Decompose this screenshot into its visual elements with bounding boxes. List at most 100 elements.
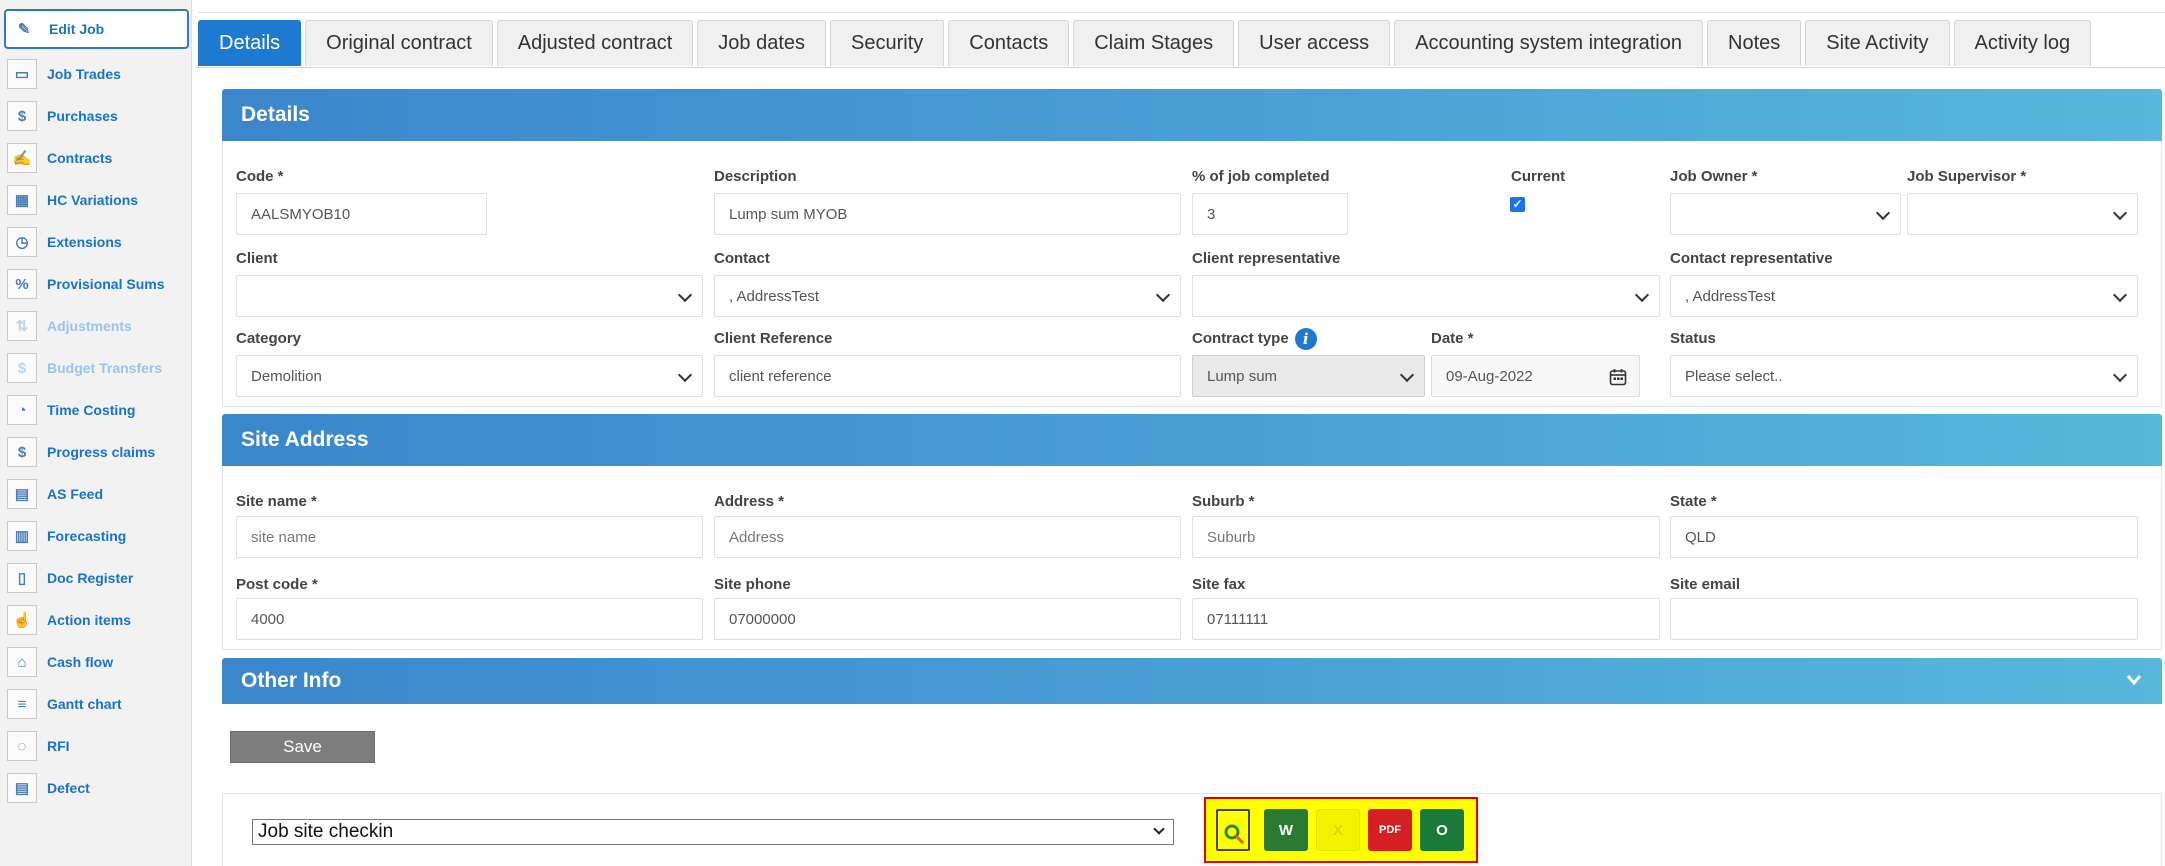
- tab-adjusted-contract[interactable]: Adjusted contract: [496, 20, 694, 66]
- tab-security[interactable]: Security: [830, 20, 945, 66]
- tab-accounting-system-integration[interactable]: Accounting system integration: [1394, 20, 1703, 66]
- chevron-down-icon: [677, 287, 693, 303]
- contract-type-select[interactable]: Lump sum: [1192, 355, 1425, 397]
- client-reference-field[interactable]: client reference: [714, 355, 1181, 397]
- action-icon: ☝: [7, 605, 37, 635]
- variations-icon: ▦: [7, 185, 37, 215]
- description-field[interactable]: Lump sum MYOB: [714, 193, 1181, 235]
- save-button[interactable]: Save: [230, 731, 375, 763]
- tab-original-contract[interactable]: Original contract: [305, 20, 493, 66]
- document-icon: ▯: [7, 563, 37, 593]
- transfer-icon: $: [7, 353, 37, 383]
- contact-rep-label: Contact representative: [1670, 250, 1833, 267]
- excel-export-icon[interactable]: X: [1316, 809, 1360, 851]
- tab-notes[interactable]: Notes: [1707, 20, 1802, 66]
- contact-rep-select[interactable]: , AddressTest: [1670, 275, 2138, 317]
- sidebar-item-forecasting[interactable]: ▥ Forecasting: [4, 516, 188, 556]
- pdf-export-icon[interactable]: PDF: [1368, 809, 1412, 851]
- code-label: Code *: [236, 168, 284, 185]
- site-fax-label: Site fax: [1192, 576, 1246, 593]
- site-email-label: Site email: [1670, 576, 1741, 593]
- address-field[interactable]: Address: [714, 516, 1181, 558]
- site-email-field[interactable]: [1670, 598, 2138, 640]
- site-name-placeholder: site name: [251, 528, 317, 546]
- sidebar-item-label: Job Trades: [47, 66, 121, 82]
- date-label: Date *: [1431, 330, 1474, 347]
- sidebar-item-label: Extensions: [47, 234, 122, 250]
- client-reference-value: client reference: [729, 367, 832, 385]
- address-placeholder: Address: [729, 528, 785, 546]
- sidebar: ✎ Edit Job ▭ Job Trades $ Purchases ✍ Contracts…: [0, 0, 192, 866]
- sidebar-item-label: Gantt chart: [47, 696, 122, 712]
- job-owner-select[interactable]: [1670, 193, 1901, 235]
- other-info-panel-header[interactable]: Other Info: [222, 658, 2162, 704]
- tab-contacts[interactable]: Contacts: [948, 20, 1070, 66]
- percent-complete-field[interactable]: 3: [1192, 193, 1348, 235]
- word-export-icon[interactable]: W: [1264, 809, 1308, 851]
- client-select[interactable]: [236, 275, 703, 317]
- job-supervisor-select[interactable]: [1907, 193, 2138, 235]
- contract-type-label-text: Contract type: [1192, 329, 1289, 347]
- percent-complete-value: 3: [1207, 205, 1216, 223]
- sidebar-item-provisional-sums[interactable]: % Provisional Sums: [4, 264, 188, 304]
- tab-user-access[interactable]: User access: [1238, 20, 1391, 66]
- sidebar-item-label: Defect: [47, 780, 90, 796]
- sidebar-item-budget-transfers[interactable]: $ Budget Transfers: [4, 348, 188, 388]
- job-supervisor-label: Job Supervisor *: [1907, 168, 2027, 185]
- forecast-chart-icon: ▥: [7, 521, 37, 551]
- site-address-panel-header: Site Address: [222, 414, 2162, 466]
- contact-select[interactable]: , AddressTest: [714, 275, 1181, 317]
- site-name-field[interactable]: site name: [236, 516, 703, 558]
- outlook-export-icon[interactable]: O: [1420, 809, 1464, 851]
- status-select[interactable]: Please select..: [1670, 355, 2138, 397]
- rfi-icon: ◌: [7, 731, 37, 761]
- clock-icon: ◷: [7, 227, 37, 257]
- tab-activity-log[interactable]: Activity log: [1953, 20, 2092, 66]
- tab-details[interactable]: Details: [198, 20, 302, 66]
- sidebar-item-hc-variations[interactable]: ▦ HC Variations: [4, 180, 188, 220]
- site-phone-field[interactable]: 07000000: [714, 598, 1181, 640]
- calendar-icon[interactable]: [1609, 368, 1627, 386]
- sidebar-item-extensions[interactable]: ◷ Extensions: [4, 222, 188, 262]
- tab-claim-stages[interactable]: Claim Stages: [1073, 20, 1235, 66]
- sidebar-item-as-feed[interactable]: ▤ AS Feed: [4, 474, 188, 514]
- job-site-checkin-select[interactable]: Job site checkin: [252, 819, 1174, 845]
- search-document-icon[interactable]: [1216, 809, 1250, 851]
- sidebar-item-time-costing[interactable]: ◔ Time Costing: [4, 390, 188, 430]
- client-rep-select[interactable]: [1192, 275, 1660, 317]
- sidebar-item-label: RFI: [47, 738, 70, 754]
- sidebar-item-label: AS Feed: [47, 486, 104, 502]
- client-reference-label: Client Reference: [714, 330, 833, 347]
- sidebar-item-contracts[interactable]: ✍ Contracts: [4, 138, 188, 178]
- postcode-field[interactable]: 4000: [236, 598, 703, 640]
- defect-icon: ▤: [7, 773, 37, 803]
- category-select[interactable]: Demolition: [236, 355, 703, 397]
- sidebar-item-cash-flow[interactable]: ⌂ Cash flow: [4, 642, 188, 682]
- date-field[interactable]: 09-Aug-2022: [1431, 355, 1640, 397]
- sidebar-item-doc-register[interactable]: ▯ Doc Register: [4, 558, 188, 598]
- sidebar-item-edit-job[interactable]: ✎ Edit Job: [4, 9, 189, 49]
- info-icon[interactable]: i: [1294, 328, 1317, 350]
- sidebar-item-action-items[interactable]: ☝ Action items: [4, 600, 188, 640]
- sidebar-item-progress-claims[interactable]: $ Progress claims: [4, 432, 188, 472]
- category-value: Demolition: [251, 367, 322, 385]
- sidebar-item-rfi[interactable]: ◌ RFI: [4, 726, 188, 766]
- client-label: Client: [236, 250, 278, 267]
- sidebar-item-adjustments[interactable]: ⇅ Adjustments: [4, 306, 188, 346]
- chevron-down-icon[interactable]: [2126, 674, 2142, 686]
- state-field[interactable]: QLD: [1670, 516, 2138, 558]
- tab-job-dates[interactable]: Job dates: [697, 20, 827, 66]
- details-panel-title: Details: [241, 103, 310, 126]
- site-fax-field[interactable]: 07111111: [1192, 598, 1660, 640]
- sidebar-item-purchases[interactable]: $ Purchases: [4, 96, 188, 136]
- tab-site-activity[interactable]: Site Activity: [1805, 20, 1950, 66]
- sidebar-item-defect[interactable]: ▤ Defect: [4, 768, 188, 808]
- sidebar-item-job-trades[interactable]: ▭ Job Trades: [4, 54, 188, 94]
- chevron-down-icon: [2112, 205, 2128, 221]
- sidebar-item-label: Cash flow: [47, 654, 114, 670]
- sidebar-item-gantt-chart[interactable]: ≡ Gantt chart: [4, 684, 188, 724]
- current-checkbox[interactable]: ✓: [1510, 197, 1525, 212]
- suburb-field[interactable]: Suburb: [1192, 516, 1660, 558]
- contact-label: Contact: [714, 250, 770, 267]
- code-field[interactable]: AALSMYOB10: [236, 193, 487, 235]
